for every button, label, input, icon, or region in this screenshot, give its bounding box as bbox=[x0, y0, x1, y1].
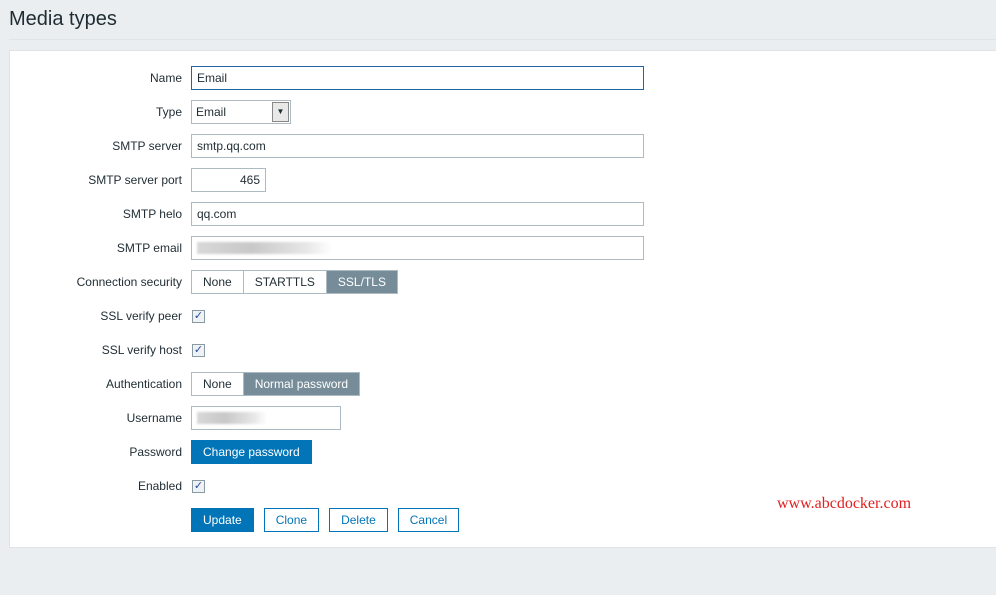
smtp-email-input[interactable] bbox=[191, 236, 644, 260]
connection-security-toggle[interactable]: None STARTTLS SSL/TLS bbox=[191, 270, 398, 294]
smtp-port-input[interactable]: 465 bbox=[191, 168, 266, 192]
smtp-port-label: SMTP server port bbox=[88, 173, 182, 187]
option-normal-password[interactable]: Normal password bbox=[243, 373, 360, 395]
type-label: Type bbox=[155, 105, 182, 119]
option-starttls[interactable]: STARTTLS bbox=[244, 271, 327, 293]
authentication-label: Authentication bbox=[105, 377, 182, 391]
update-button[interactable]: Update bbox=[191, 508, 254, 532]
type-select[interactable]: Email ▼ bbox=[191, 100, 291, 124]
clone-button[interactable]: Clone bbox=[263, 508, 320, 532]
type-value: Email bbox=[196, 105, 227, 119]
smtp-helo-input[interactable]: qq.com bbox=[191, 202, 644, 226]
cancel-button[interactable]: Cancel bbox=[397, 508, 460, 532]
smtp-email-label: SMTP email bbox=[116, 241, 182, 255]
media-type-form: Name Email Type Email ▼ SMTP server smtp.… bbox=[9, 50, 996, 548]
password-label: Password bbox=[129, 445, 182, 459]
enabled-label: Enabled bbox=[137, 479, 182, 493]
change-password-button[interactable]: Change password bbox=[191, 440, 312, 464]
smtp-server-input[interactable]: smtp.qq.com bbox=[191, 134, 644, 158]
username-label: Username bbox=[126, 411, 182, 425]
username-input[interactable] bbox=[191, 406, 341, 430]
name-input[interactable]: Email bbox=[191, 66, 644, 90]
name-label: Name bbox=[149, 71, 182, 85]
option-ssl-tls[interactable]: SSL/TLS bbox=[326, 271, 397, 293]
redacted-value bbox=[197, 412, 267, 424]
smtp-helo-label: SMTP helo bbox=[122, 207, 182, 221]
chevron-down-icon[interactable]: ▼ bbox=[272, 102, 289, 122]
ssl-verify-host-label: SSL verify host bbox=[101, 343, 182, 357]
page-title: Media types bbox=[9, 8, 117, 30]
connection-security-label: Connection security bbox=[76, 275, 182, 289]
option-none[interactable]: None bbox=[192, 373, 244, 395]
redacted-value bbox=[197, 242, 332, 254]
ssl-verify-host-checkbox[interactable]: ✓ bbox=[192, 343, 205, 357]
ssl-verify-peer-checkbox[interactable]: ✓ bbox=[192, 309, 205, 323]
delete-button[interactable]: Delete bbox=[329, 508, 388, 532]
option-none[interactable]: None bbox=[192, 271, 244, 293]
divider bbox=[9, 39, 996, 40]
authentication-toggle[interactable]: None Normal password bbox=[191, 372, 361, 396]
enabled-checkbox[interactable]: ✓ bbox=[192, 479, 205, 493]
watermark: www.abcdocker.com bbox=[777, 495, 912, 512]
ssl-verify-peer-label: SSL verify peer bbox=[100, 309, 182, 323]
smtp-server-label: SMTP server bbox=[112, 139, 182, 153]
